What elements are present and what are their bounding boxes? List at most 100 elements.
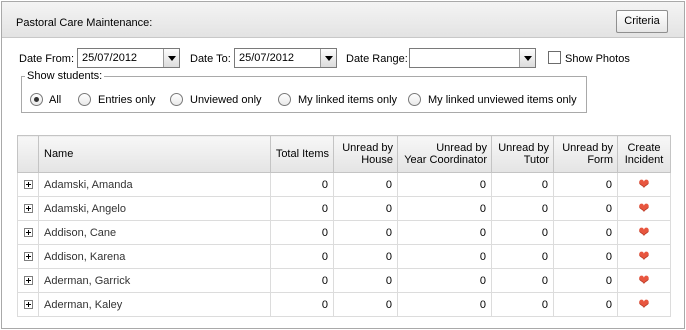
student-name[interactable]: Addison, Karena (38, 244, 271, 269)
heart-icon[interactable]: ❤ (639, 201, 650, 214)
show-photos-label[interactable]: Show Photos (565, 53, 630, 65)
unread-by-house-cell: 0 (333, 196, 398, 221)
show-students-group: Show students: (21, 70, 587, 113)
panel-header: Pastoral Care Maintenance: Criteria (2, 2, 684, 38)
table-row[interactable]: Aderman, Kaley 0 0 0 0 0 ❤ (17, 292, 671, 317)
total-items-cell: 0 (270, 244, 334, 269)
student-name[interactable]: Adamski, Amanda (38, 172, 271, 197)
unread-by-year-coordinator-cell: 0 (397, 292, 492, 317)
student-name[interactable]: Aderman, Garrick (38, 268, 271, 293)
unread-by-form-cell: 0 (553, 220, 618, 245)
total-items-cell: 0 (270, 292, 334, 317)
heart-icon[interactable]: ❤ (639, 177, 650, 190)
plus-expand-icon[interactable] (23, 204, 33, 214)
chevron-down-icon[interactable] (519, 49, 535, 67)
header-line-1: Unread by (436, 142, 487, 154)
date-from-select[interactable]: 25/07/2012 (77, 48, 180, 68)
table-row[interactable]: Aderman, Garrick 0 0 0 0 0 ❤ (17, 268, 671, 293)
table-header-row: Name Total Items Unread by House Unread b… (17, 135, 671, 173)
column-header-unread-by-house[interactable]: Unread by House (333, 135, 398, 173)
unread-by-form-cell: 0 (553, 244, 618, 269)
table-row[interactable]: Adamski, Amanda 0 0 0 0 0 ❤ (17, 172, 671, 197)
unread-by-house-cell: 0 (333, 268, 398, 293)
table-row[interactable]: Addison, Cane 0 0 0 0 0 ❤ (17, 220, 671, 245)
total-items-cell: 0 (270, 196, 334, 221)
students-table: Name Total Items Unread by House Unread b… (17, 135, 671, 317)
chevron-down-icon[interactable] (320, 49, 336, 67)
date-range-label: Date Range: (346, 53, 408, 65)
column-header-unread-by-tutor[interactable]: Unread by Tutor (491, 135, 554, 173)
total-items-cell: 0 (270, 268, 334, 293)
unread-by-form-cell: 0 (553, 292, 618, 317)
date-to-select[interactable]: 25/07/2012 (234, 48, 337, 68)
column-header-unread-by-form[interactable]: Unread by Form (553, 135, 618, 173)
radio-my-linked-items-only-label[interactable]: My linked items only (298, 94, 397, 106)
unread-by-year-coordinator-cell: 0 (397, 196, 492, 221)
column-header-unread-by-year-coordinator[interactable]: Unread by Year Coordinator (397, 135, 492, 173)
header-line-1: Unread by (342, 142, 393, 154)
header-line-2: House (361, 154, 393, 166)
unread-by-tutor-cell: 0 (491, 220, 554, 245)
radio-my-linked-unviewed-items-only-label[interactable]: My linked unviewed items only (428, 94, 577, 106)
heart-icon[interactable]: ❤ (639, 273, 650, 286)
unread-by-house-cell: 0 (333, 244, 398, 269)
unread-by-year-coordinator-cell: 0 (397, 220, 492, 245)
unread-by-form-cell: 0 (553, 196, 618, 221)
plus-expand-icon[interactable] (23, 180, 33, 190)
date-to-label: Date To: (190, 53, 231, 65)
expand-column-header (17, 135, 39, 173)
radio-all[interactable] (30, 93, 43, 106)
heart-icon[interactable]: ❤ (639, 249, 650, 262)
column-header-create-incident: Create Incident (617, 135, 671, 173)
total-items-cell: 0 (270, 172, 334, 197)
header-line-1: Create (627, 142, 661, 154)
header-line-2: Year Coordinator (404, 154, 487, 166)
show-photos-checkbox[interactable] (548, 51, 561, 64)
unread-by-year-coordinator-cell: 0 (397, 244, 492, 269)
unread-by-form-cell: 0 (553, 172, 618, 197)
date-from-value: 25/07/2012 (82, 52, 138, 64)
table-row[interactable]: Addison, Karena 0 0 0 0 0 ❤ (17, 244, 671, 269)
unread-by-form-cell: 0 (553, 268, 618, 293)
page-title: Pastoral Care Maintenance: (16, 17, 153, 29)
pastoral-care-panel: Pastoral Care Maintenance: Criteria Date… (1, 1, 685, 329)
unread-by-tutor-cell: 0 (491, 244, 554, 269)
header-line-2: Tutor (523, 154, 549, 166)
plus-expand-icon[interactable] (23, 252, 33, 262)
unread-by-tutor-cell: 0 (491, 292, 554, 317)
radio-unviewed-only[interactable] (170, 93, 183, 106)
radio-all-label[interactable]: All (49, 94, 61, 106)
criteria-button[interactable]: Criteria (616, 10, 668, 33)
date-to-value: 25/07/2012 (239, 52, 295, 64)
heart-icon[interactable]: ❤ (639, 225, 650, 238)
plus-expand-icon[interactable] (23, 300, 33, 310)
unread-by-tutor-cell: 0 (491, 172, 554, 197)
student-name[interactable]: Aderman, Kaley (38, 292, 271, 317)
column-header-name[interactable]: Name (38, 135, 271, 173)
show-students-legend: Show students: (27, 70, 103, 82)
plus-expand-icon[interactable] (23, 228, 33, 238)
radio-unviewed-only-label[interactable]: Unviewed only (190, 94, 262, 106)
unread-by-tutor-cell: 0 (491, 196, 554, 221)
student-name[interactable]: Addison, Cane (38, 220, 271, 245)
unread-by-house-cell: 0 (333, 172, 398, 197)
date-range-select[interactable] (409, 48, 536, 68)
chevron-down-icon[interactable] (163, 49, 179, 67)
header-line-1: Unread by (562, 142, 613, 154)
header-line-2: Incident (624, 154, 664, 166)
unread-by-year-coordinator-cell: 0 (397, 172, 492, 197)
radio-entries-only[interactable] (78, 93, 91, 106)
radio-entries-only-label[interactable]: Entries only (98, 94, 155, 106)
plus-expand-icon[interactable] (23, 276, 33, 286)
unread-by-house-cell: 0 (333, 220, 398, 245)
student-name[interactable]: Adamski, Angelo (38, 196, 271, 221)
unread-by-tutor-cell: 0 (491, 268, 554, 293)
column-header-total-items[interactable]: Total Items (270, 135, 334, 173)
table-row[interactable]: Adamski, Angelo 0 0 0 0 0 ❤ (17, 196, 671, 221)
radio-my-linked-items-only[interactable] (278, 93, 291, 106)
heart-icon[interactable]: ❤ (639, 297, 650, 310)
total-items-cell: 0 (270, 220, 334, 245)
header-line-1: Unread by (498, 142, 549, 154)
radio-my-linked-unviewed-items-only[interactable] (408, 93, 421, 106)
unread-by-year-coordinator-cell: 0 (397, 268, 492, 293)
